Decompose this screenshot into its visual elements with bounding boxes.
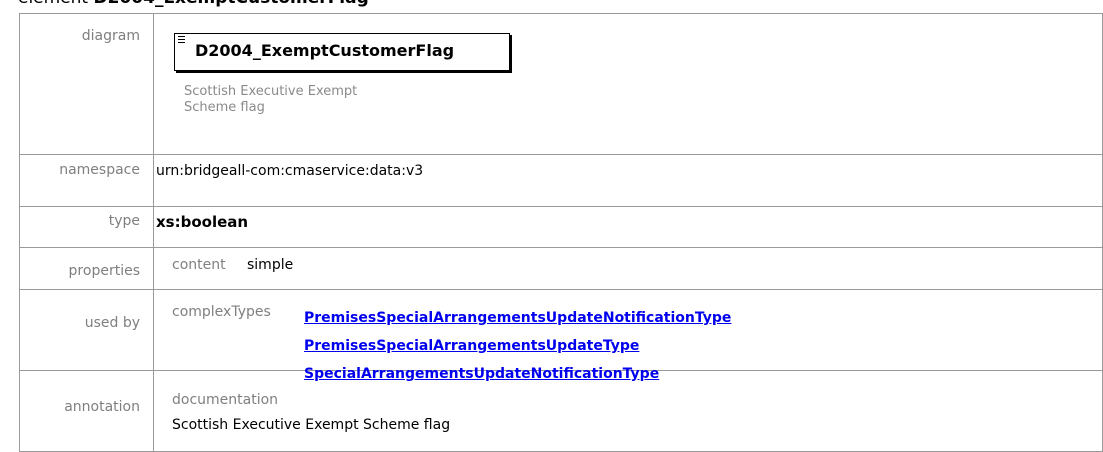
diagram-label: diagram: [81, 28, 140, 44]
diagram-element-name: D2004_ExemptCustomerFlag: [195, 41, 455, 60]
type-value: xs:boolean: [156, 213, 249, 231]
annotation-key: documentation: [172, 392, 279, 408]
annotation-label: annotation: [64, 399, 140, 415]
used-by-links: PremisesSpecialArrangementsUpdateNotific…: [304, 304, 731, 388]
used-by-link[interactable]: SpecialArrangementsUpdateNotificationTyp…: [304, 360, 731, 388]
type-label: type: [108, 213, 140, 229]
page-title: element D2004_ExemptCustomerFlag: [18, 0, 369, 8]
used-by-key: complexTypes: [172, 304, 271, 320]
annotation-value: Scottish Executive Exempt Scheme flag: [172, 417, 451, 433]
properties-key: content: [172, 257, 226, 273]
diagram-doc-text: Scottish Executive Exempt Scheme flag: [184, 84, 358, 115]
element-diagram-box: D2004_ExemptCustomerFlag: [174, 33, 510, 71]
page-title-name: D2004_ExemptCustomerFlag: [94, 0, 369, 8]
properties-value: simple: [247, 257, 294, 273]
value-cell-properties: [153, 247, 1103, 290]
namespace-value: urn:bridgeall-com:cmaservice:data:v3: [156, 163, 424, 179]
properties-label: properties: [68, 263, 140, 279]
element-lines-icon: [178, 36, 185, 45]
used-by-label: used by: [84, 315, 140, 331]
used-by-link[interactable]: PremisesSpecialArrangementsUpdateNotific…: [304, 304, 731, 332]
used-by-link[interactable]: PremisesSpecialArrangementsUpdateType: [304, 332, 731, 360]
value-cell-type: [153, 206, 1103, 248]
namespace-label: namespace: [59, 162, 140, 178]
page-title-prefix: element: [18, 0, 94, 8]
